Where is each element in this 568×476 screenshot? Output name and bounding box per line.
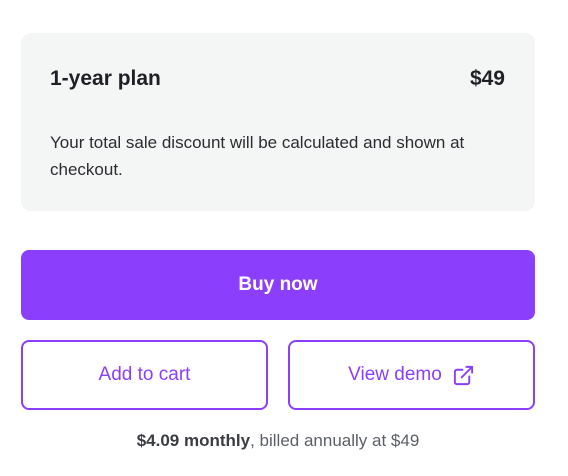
add-to-cart-label: Add to cart — [98, 364, 191, 385]
monthly-price: $4.09 monthly — [136, 431, 251, 450]
add-to-cart-button[interactable]: Add to cart — [21, 340, 268, 410]
external-link-icon — [452, 364, 475, 387]
view-demo-label: View demo — [348, 364, 442, 385]
plan-discount-note: Your total sale discount will be calcula… — [50, 133, 465, 179]
billing-suffix: , billed annually at $49 — [250, 431, 420, 450]
billing-summary: $4.09 monthly, billed annually at $49 — [0, 431, 556, 451]
plan-name: 1-year plan — [50, 67, 161, 90]
view-demo-button[interactable]: View demo — [288, 340, 535, 410]
plan-card: 1-year plan $49 Your total sale discount… — [21, 33, 535, 211]
plan-price: $49 — [469, 67, 505, 90]
buy-now-button[interactable]: Buy now — [21, 250, 535, 320]
